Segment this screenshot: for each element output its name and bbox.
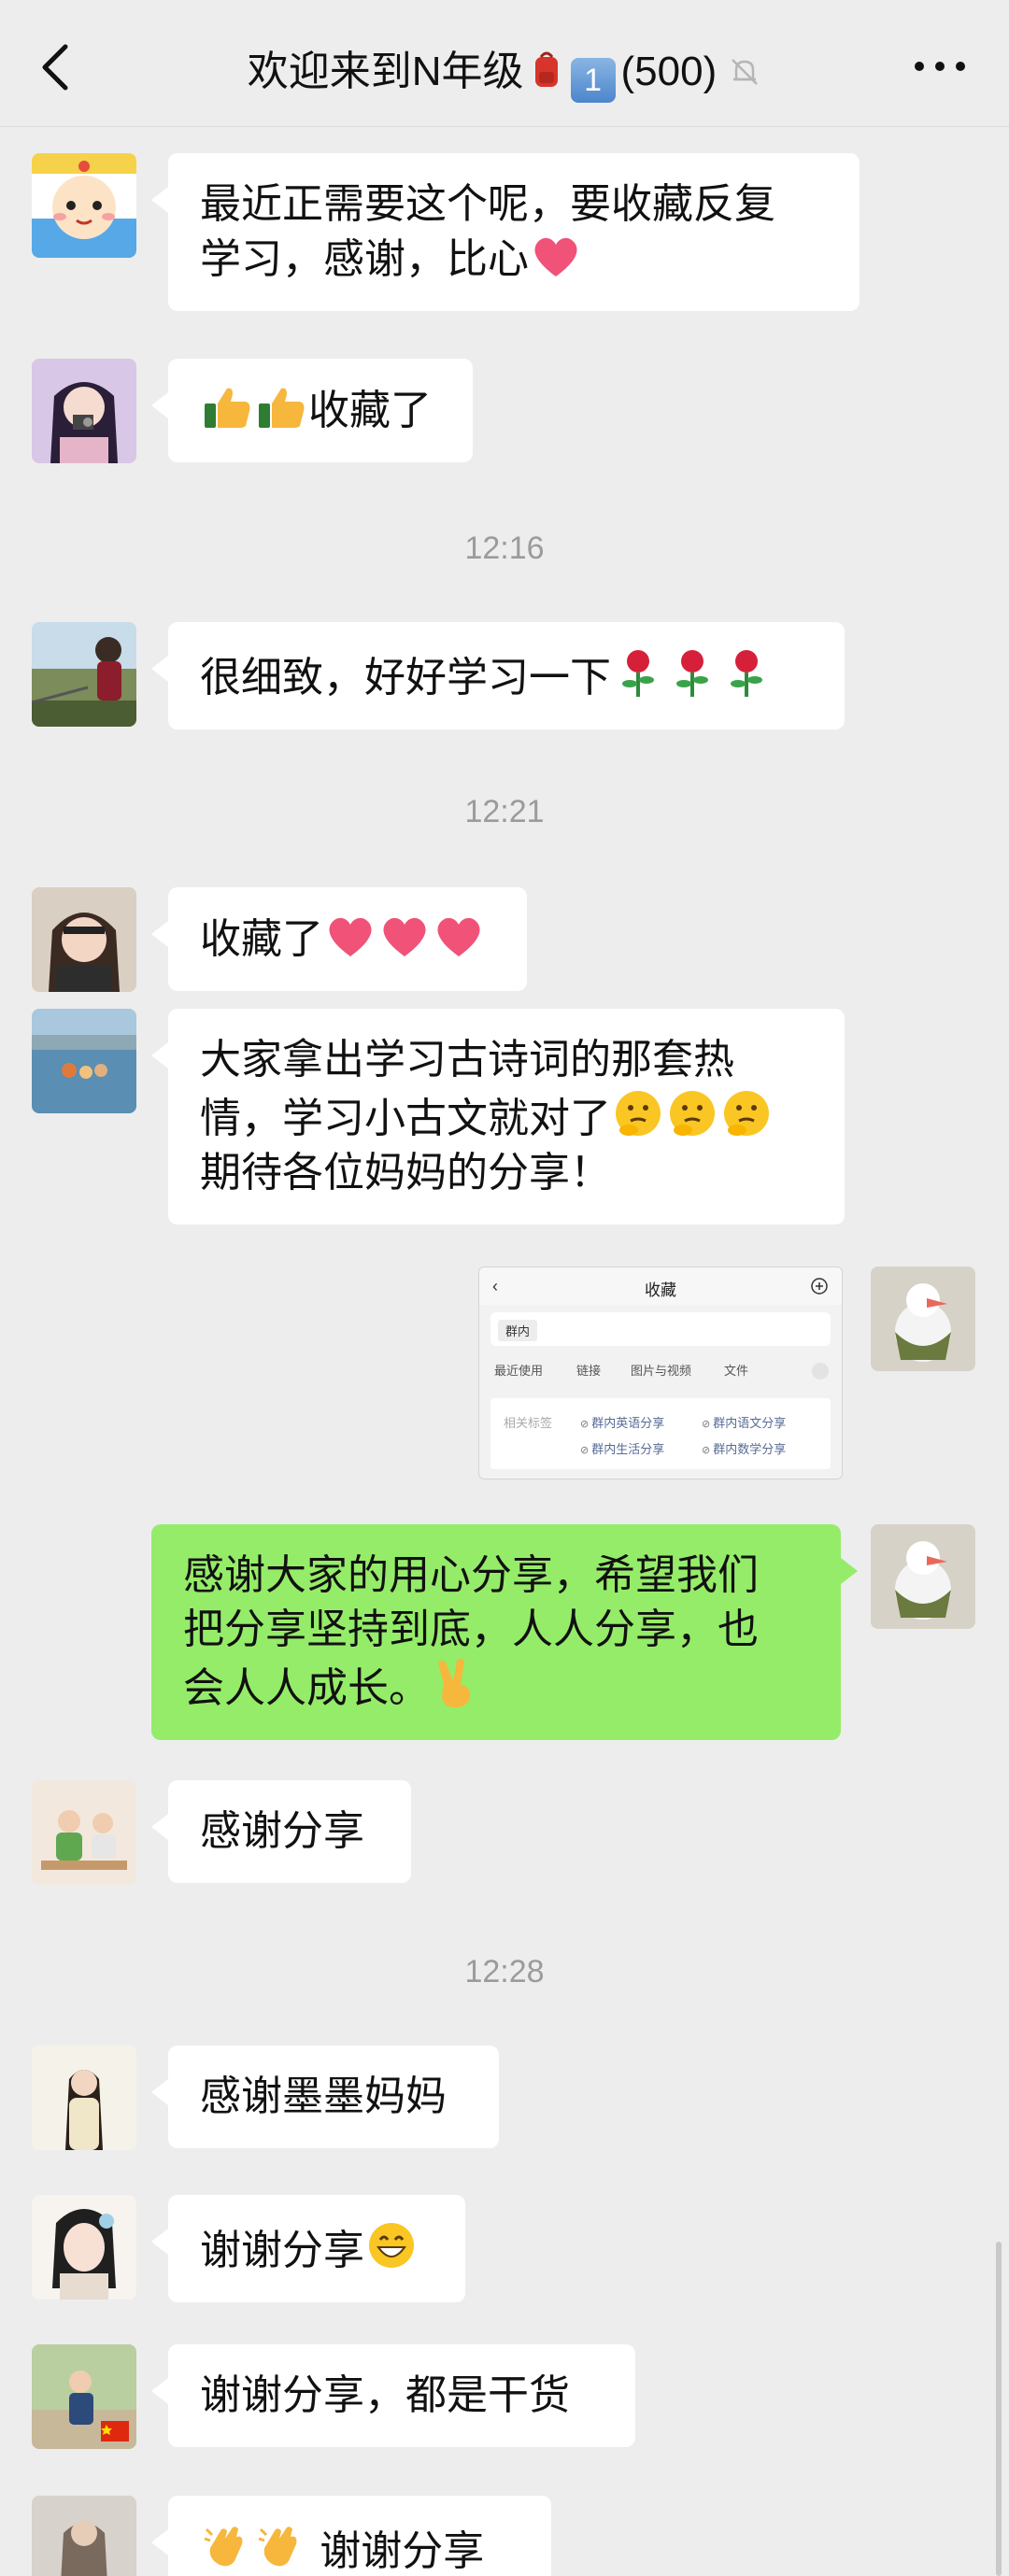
victory-hand-emoji bbox=[438, 1659, 470, 1707]
keycap-one-icon: 1 bbox=[570, 58, 616, 103]
chat-title-text: 欢迎来到N年级 bbox=[247, 49, 524, 94]
message-text: 谢谢分享，都是干货 bbox=[200, 2372, 570, 2418]
clapping-hands-emoji bbox=[204, 2526, 243, 2567]
timestamp: 12:16 bbox=[464, 531, 545, 566]
tag: 群内英语分享 bbox=[580, 1413, 664, 1431]
tag: 群内生活分享 bbox=[580, 1439, 664, 1457]
heart-emoji bbox=[437, 917, 480, 956]
message-text: 感谢大家的用心分享，希望我们 bbox=[183, 1552, 759, 1598]
avatar[interactable] bbox=[32, 1009, 136, 1113]
chevron-down-icon bbox=[812, 1363, 829, 1380]
shared-screenshot[interactable]: ‹ 收藏 群内 最近使用 链接 图片与视频 文件 相关标签 群内英语分享 群内语… bbox=[478, 1267, 843, 1479]
avatar[interactable] bbox=[871, 1524, 975, 1629]
tag: 群内语文分享 bbox=[702, 1413, 786, 1431]
message-text: 感谢墨墨妈妈 bbox=[200, 2074, 447, 2119]
screenshot-search: 群内 bbox=[490, 1312, 831, 1346]
screenshot-tag-box: 相关标签 群内英语分享 群内语文分享 群内生活分享 群内数学分享 bbox=[490, 1398, 831, 1469]
timestamp: 12:28 bbox=[464, 1954, 545, 1989]
scrollbar[interactable] bbox=[996, 2242, 1002, 2576]
screenshot-tabs: 最近使用 链接 图片与视频 文件 bbox=[479, 1361, 842, 1383]
grinning-face-emoji bbox=[369, 2223, 414, 2268]
bell-slash-icon bbox=[732, 59, 759, 85]
message-bubble-self[interactable]: 感谢大家的用心分享，希望我们 把分享坚持到底，人人分享，也 会人人成长。 bbox=[151, 1524, 858, 1740]
thinking-face-emoji bbox=[724, 1091, 769, 1136]
message-bubble[interactable]: 谢谢分享，都是干货 bbox=[151, 2344, 635, 2447]
avatar[interactable] bbox=[32, 2344, 136, 2449]
tag: 群内数学分享 bbox=[702, 1439, 786, 1457]
message-text: 收藏了 bbox=[200, 916, 323, 962]
filter-chip: 群内 bbox=[498, 1320, 538, 1341]
screenshot-tab: 文件 bbox=[724, 1364, 749, 1378]
heart-emoji bbox=[534, 237, 577, 276]
plus-circle-icon bbox=[811, 1278, 828, 1295]
ellipsis-icon[interactable] bbox=[912, 52, 968, 80]
heart-emoji bbox=[329, 917, 372, 956]
avatar[interactable] bbox=[32, 2496, 136, 2576]
clapping-hands-emoji bbox=[258, 2526, 297, 2567]
thinking-face-emoji bbox=[616, 1091, 661, 1136]
message-text: 学习，感谢，比心 bbox=[200, 236, 529, 282]
chat-title: 欢迎来到N年级 1 (500) bbox=[0, 37, 1009, 103]
avatar[interactable] bbox=[871, 1267, 975, 1371]
message-text: 很细致，好好学习一下 bbox=[200, 655, 611, 701]
screenshot-header: ‹ 收藏 bbox=[479, 1267, 842, 1305]
avatar[interactable] bbox=[32, 2195, 136, 2300]
message-text: 会人人成长。 bbox=[183, 1665, 430, 1711]
rose-emoji bbox=[676, 650, 708, 697]
message-bubble[interactable]: 收藏了 bbox=[151, 887, 527, 991]
rose-emoji bbox=[622, 650, 654, 697]
message-bubble[interactable]: 大家拿出学习古诗词的那套热 情，学习小古文就对了 期待各位妈妈的分享！ bbox=[151, 1009, 845, 1224]
message-bubble[interactable]: 最近正需要这个呢，要收藏反复 学习，感谢，比心 bbox=[151, 153, 860, 311]
message-text: 感谢分享 bbox=[200, 1808, 364, 1854]
message-text: 情，学习小古文就对了 bbox=[200, 1096, 611, 1141]
chat-header: 欢迎来到N年级 1 (500) bbox=[0, 0, 1009, 127]
screenshot-tab: 链接 bbox=[576, 1364, 602, 1378]
rose-emoji bbox=[731, 650, 762, 697]
avatar[interactable] bbox=[32, 153, 136, 258]
screenshot-tab: 图片与视频 bbox=[631, 1364, 692, 1378]
avatar[interactable] bbox=[32, 2045, 136, 2150]
avatar[interactable] bbox=[32, 359, 136, 463]
message-text: 期待各位妈妈的分享！ bbox=[200, 1150, 611, 1196]
message-text: 谢谢分享 bbox=[320, 2528, 485, 2574]
tag-label: 相关标签 bbox=[504, 1416, 553, 1430]
message-text: 把分享坚持到底，人人分享，也 bbox=[183, 1606, 759, 1652]
avatar[interactable] bbox=[32, 887, 136, 992]
message-text: 大家拿出学习古诗词的那套热 bbox=[200, 1037, 734, 1083]
message-bubble[interactable]: 很细致，好好学习一下 bbox=[151, 622, 845, 729]
heart-emoji bbox=[383, 917, 426, 956]
backpack-icon bbox=[534, 51, 558, 87]
thinking-face-emoji bbox=[670, 1091, 715, 1136]
timestamp: 12:21 bbox=[464, 794, 545, 829]
message-bubble[interactable]: 感谢分享 bbox=[151, 1780, 411, 1883]
screenshot-title: 收藏 bbox=[645, 1281, 676, 1299]
chat-screen: 欢迎来到N年级 1 (500) 最近正需要这个呢，要收藏反复 学习，感谢，比心 … bbox=[0, 0, 1009, 2576]
thumbs-up-emoji bbox=[259, 388, 305, 428]
member-count: (500) bbox=[620, 49, 718, 94]
thumbs-up-emoji bbox=[205, 388, 250, 428]
avatar[interactable] bbox=[32, 1780, 136, 1885]
message-text: 最近正需要这个呢，要收藏反复 bbox=[200, 181, 775, 227]
message-bubble[interactable]: 感谢墨墨妈妈 bbox=[151, 2045, 499, 2148]
message-text: 收藏了 bbox=[308, 388, 432, 433]
screenshot-tab: 最近使用 bbox=[494, 1364, 544, 1378]
message-bubble[interactable]: 谢谢分享 bbox=[151, 2496, 551, 2576]
avatar[interactable] bbox=[32, 622, 136, 727]
message-bubble[interactable]: 收藏了 bbox=[151, 359, 473, 462]
message-bubble[interactable]: 谢谢分享 bbox=[151, 2195, 465, 2302]
message-text: 谢谢分享 bbox=[200, 2228, 364, 2273]
